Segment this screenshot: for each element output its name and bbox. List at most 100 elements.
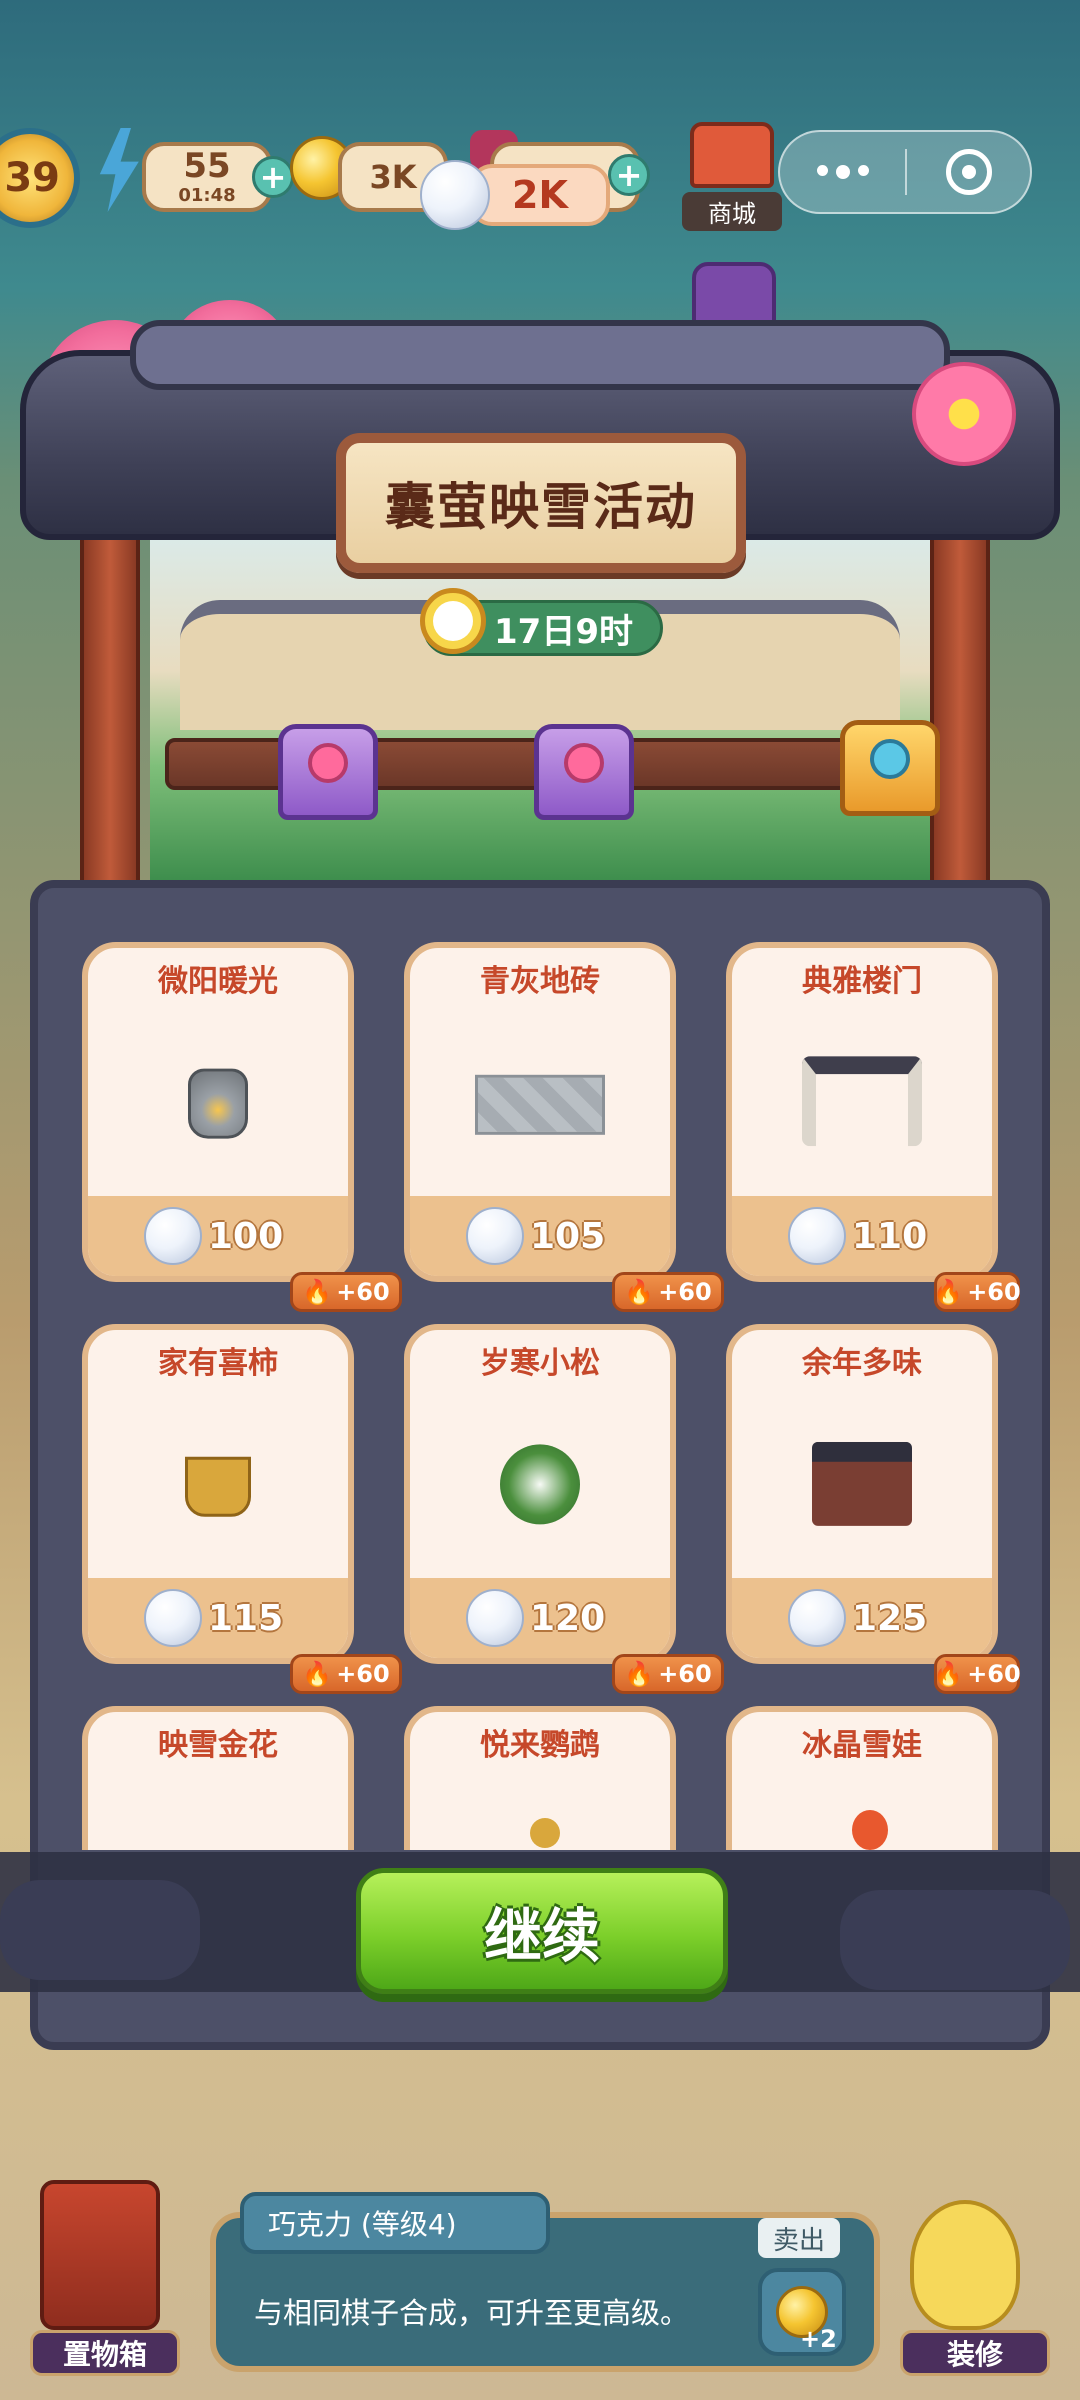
- shop-label: 商城: [682, 192, 782, 231]
- continue-button[interactable]: 继续: [356, 1868, 728, 1994]
- item-price: 125: [852, 1597, 928, 1639]
- bonus-value: +60: [967, 1660, 1020, 1688]
- stone-lantern-icon: [188, 1068, 248, 1139]
- item-price-bar: 120: [410, 1578, 670, 1658]
- snowball-icon: [466, 1589, 524, 1647]
- bonus-value: +60: [336, 1278, 390, 1306]
- snow-doll-icon: [852, 1810, 888, 1850]
- reward-chest-1[interactable]: [278, 724, 378, 820]
- treasure-chest-icon: [870, 739, 910, 779]
- bonus-value: +60: [658, 1660, 712, 1688]
- parrot-icon: [530, 1818, 560, 1848]
- treasure-chest-icon: [308, 743, 348, 783]
- more-menu-button[interactable]: [780, 165, 905, 179]
- item-name: 余年多味: [802, 1346, 922, 1381]
- flame-icon: 🔥: [933, 1660, 964, 1688]
- decorate-button[interactable]: 装修: [900, 2330, 1050, 2376]
- item-price: 115: [208, 1597, 284, 1639]
- treasure-chest-icon: [564, 743, 604, 783]
- shop-button[interactable]: 商城: [682, 122, 782, 232]
- snowball-icon: [420, 160, 490, 230]
- snowy-rock-left: [0, 1880, 200, 1980]
- flame-icon: 🔥: [624, 1278, 655, 1306]
- flame-icon: 🔥: [302, 1278, 333, 1306]
- item-price-bar: 100: [88, 1196, 348, 1276]
- storage-button[interactable]: 置物箱: [30, 2330, 180, 2376]
- shop-item-card[interactable]: 悦来鹦鹉: [404, 1706, 676, 1850]
- item-name: 映雪金花: [158, 1728, 278, 1763]
- item-price-bar: 115: [88, 1578, 348, 1658]
- item-price: 105: [530, 1215, 606, 1257]
- more-dot-icon: [857, 165, 869, 176]
- more-dot-icon: [816, 165, 828, 176]
- item-info-description: 与相同棋子合成，可升至更高级。: [254, 2296, 690, 2330]
- event-title: 囊萤映雪活动: [385, 477, 697, 536]
- add-energy-button[interactable]: +: [252, 156, 294, 198]
- reward-chest-2[interactable]: [534, 724, 634, 820]
- miniprogram-capsule: [778, 130, 1032, 214]
- close-miniprogram-button[interactable]: [907, 149, 1030, 195]
- bonus-badge: 🔥 +60: [933, 1272, 1020, 1312]
- event-title-plate: 囊萤映雪活动: [336, 433, 746, 573]
- food-stall-icon: [812, 1441, 912, 1526]
- item-name: 岁寒小松: [480, 1346, 600, 1381]
- shop-item-card[interactable]: 余年多味 125: [726, 1324, 998, 1664]
- item-name: 冰晶雪娃: [802, 1728, 922, 1763]
- energy-value: 55: [183, 146, 231, 186]
- shop-item-card[interactable]: 岁寒小松 120: [404, 1324, 676, 1664]
- bonus-value: +60: [967, 1278, 1020, 1306]
- flame-icon: 🔥: [624, 1660, 655, 1688]
- bonus-badge: 🔥 +60: [290, 1654, 402, 1694]
- decorate-label: 装修: [946, 2338, 1003, 2371]
- gate-pillar-right: [930, 520, 990, 900]
- snowball-icon: [788, 1589, 846, 1647]
- shop-item-card[interactable]: 映雪金花: [82, 1706, 354, 1850]
- item-name: 青灰地砖: [480, 964, 600, 999]
- reward-chest-3[interactable]: [840, 720, 940, 816]
- bonus-badge: 🔥 +60: [612, 1654, 724, 1694]
- alarm-clock-icon: [420, 588, 486, 654]
- target-icon: [945, 149, 992, 195]
- gate-roof-ridge: [130, 320, 950, 390]
- shop-item-card[interactable]: 典雅楼门 110: [726, 942, 998, 1282]
- flame-icon: 🔥: [933, 1278, 964, 1306]
- item-price-bar: 125: [732, 1578, 992, 1658]
- floor-tile-icon: [475, 1074, 605, 1135]
- flame-icon: 🔥: [302, 1660, 333, 1688]
- storage-label: 置物箱: [62, 2338, 147, 2371]
- snowball-icon: [144, 1589, 202, 1647]
- snowy-rock-right: [840, 1890, 1070, 1990]
- item-info-title-text: 巧克力 (等级4): [268, 2208, 457, 2241]
- item-price-bar: 110: [732, 1196, 992, 1276]
- item-price: 110: [852, 1215, 928, 1257]
- gate-pillar-left: [80, 520, 140, 900]
- sell-label: 卖出: [758, 2218, 840, 2258]
- storage-box-icon[interactable]: [40, 2180, 160, 2330]
- item-price: 120: [530, 1597, 606, 1639]
- bonsai-pine-icon: [500, 1444, 580, 1525]
- energy-timer: 01:48: [178, 185, 236, 206]
- shop-item-card[interactable]: 微阳暖光 100: [82, 942, 354, 1282]
- item-price: 100: [208, 1215, 284, 1257]
- energy-counter[interactable]: 55 01:48 +: [92, 128, 294, 220]
- bonus-badge: 🔥 +60: [612, 1272, 724, 1312]
- shop-house-icon: [690, 122, 774, 188]
- pink-flower-icon: [912, 362, 1016, 466]
- snowball-icon: [788, 1207, 846, 1265]
- lightning-icon: [99, 128, 139, 212]
- bonus-badge: 🔥 +60: [933, 1654, 1020, 1694]
- item-info-title: 巧克力 (等级4): [240, 2192, 550, 2254]
- item-name: 微阳暖光: [158, 964, 278, 999]
- shop-item-card[interactable]: 冰晶雪娃: [726, 1706, 998, 1850]
- snowball-icon: [466, 1207, 524, 1265]
- shop-item-grid: 微阳暖光 100 🔥 +60 青灰地砖 105 🔥 +60 典雅楼门 110 🔥 +6…: [60, 930, 1020, 1850]
- player-level-badge[interactable]: 39: [0, 128, 80, 228]
- continue-label: 继续: [483, 1902, 600, 1970]
- bonus-value: +60: [336, 1660, 390, 1688]
- item-name: 典雅楼门: [802, 964, 922, 999]
- gate-icon: [802, 1056, 922, 1147]
- shop-item-card[interactable]: 家有喜柿 115: [82, 1324, 354, 1664]
- shop-item-card[interactable]: 青灰地砖 105: [404, 942, 676, 1282]
- bonus-value: +60: [658, 1278, 712, 1306]
- duck-decoration-icon[interactable]: [910, 2200, 1020, 2330]
